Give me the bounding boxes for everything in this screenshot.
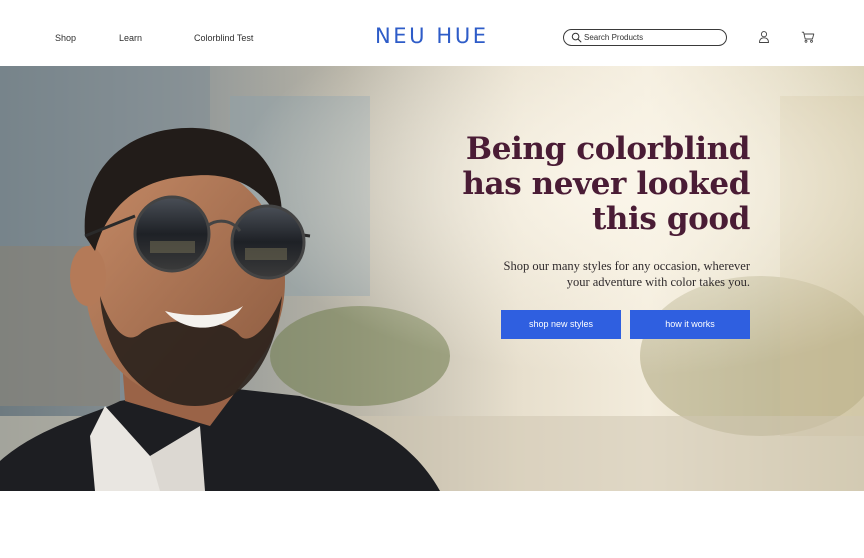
search-icon bbox=[571, 32, 582, 43]
hero-headline: Being colorblind has never looked this g… bbox=[430, 132, 750, 237]
search-input[interactable] bbox=[584, 31, 722, 44]
nav-colorblind-test-link[interactable]: Colorblind Test bbox=[194, 33, 253, 43]
site-header: Shop Learn Colorblind Test NEU HUE bbox=[0, 0, 864, 66]
headline-line: has never looked bbox=[462, 166, 750, 202]
how-it-works-button[interactable]: how it works bbox=[630, 310, 750, 339]
user-icon[interactable] bbox=[758, 30, 770, 44]
headline-line: this good bbox=[592, 201, 750, 237]
cart-icon[interactable] bbox=[801, 31, 815, 43]
nav-shop-link[interactable]: Shop bbox=[55, 33, 76, 43]
subtext-line: Shop our many styles for any occasion, w… bbox=[503, 259, 750, 273]
search-bar[interactable] bbox=[563, 29, 727, 46]
hero-subtext: Shop our many styles for any occasion, w… bbox=[480, 258, 750, 290]
hero-banner: Being colorblind has never looked this g… bbox=[0, 66, 864, 491]
brand-logo[interactable]: NEU HUE bbox=[375, 24, 489, 48]
subtext-line: your adventure with color takes you. bbox=[566, 275, 750, 289]
headline-line: Being colorblind bbox=[465, 131, 750, 167]
nav-learn-link[interactable]: Learn bbox=[119, 33, 142, 43]
shop-new-styles-button[interactable]: shop new styles bbox=[501, 310, 621, 339]
